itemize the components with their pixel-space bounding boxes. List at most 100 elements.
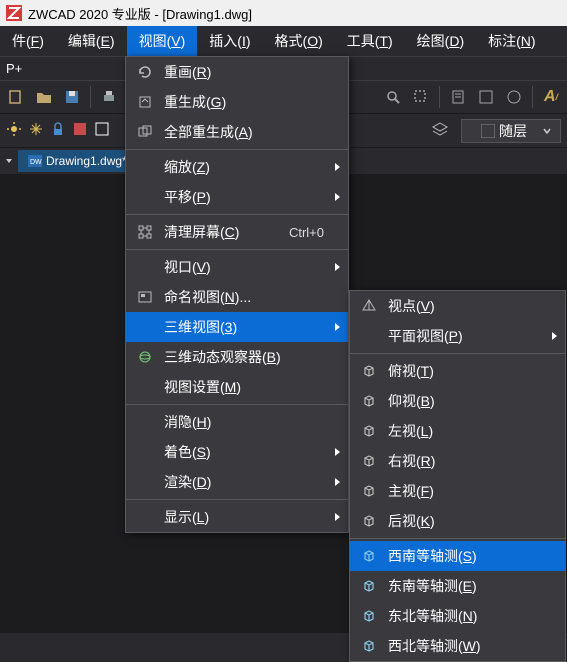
submenu-arrow-icon [552,332,557,340]
3dview-submenu-item-3[interactable]: 俯视(T) [350,356,565,386]
menu-item-label: 视口(V) [164,257,211,277]
regenall-icon [134,124,156,140]
menubar: 件(F) 编辑(E) 视图(V) 插入(I) 格式(O) 工具(T) 绘图(D)… [0,26,567,56]
layers-icon[interactable] [431,121,449,140]
clean-icon [134,224,156,240]
regen-icon [134,94,156,110]
menu-insert[interactable]: 插入(I) [197,26,262,56]
menu-item-label: 后视(K) [388,511,435,531]
menu-item-label: 渲染(D) [164,472,211,492]
menu-item-label: 三维动态观察器(B) [164,347,281,367]
bylayer-value: 随层 [499,121,527,141]
3dview-submenu-item-5[interactable]: 左视(L) [350,416,565,446]
3dview-submenu-item-6[interactable]: 右视(R) [350,446,565,476]
menu-dim[interactable]: 标注(N) [476,26,547,56]
menu-format[interactable]: 格式(O) [263,26,335,56]
menu-separator [350,353,565,354]
view-menu-item-0[interactable]: 重画(R) [126,57,348,87]
menu-file[interactable]: 件(F) [0,26,56,56]
view-menu-item-9[interactable]: 视口(V) [126,252,348,282]
view-menu-item-12[interactable]: 三维动态观察器(B) [126,342,348,372]
iso-icon [358,548,380,564]
menu-item-label: 东北等轴测(N) [388,606,477,626]
submenu-arrow-icon [335,323,340,331]
view-menu-item-5[interactable]: 平移(P) [126,182,348,212]
text-style-icon[interactable]: A/ [541,87,561,107]
menu-separator [350,538,565,539]
menu-item-label: 俯视(T) [388,361,434,381]
view-menu-item-13[interactable]: 视图设置(M) [126,372,348,402]
palette-icon[interactable] [504,87,524,107]
3dview-submenu-item-10[interactable]: 西南等轴测(S) [350,541,565,571]
tabs-expand-icon[interactable] [4,156,14,166]
view-menu-item-7[interactable]: 清理屏幕(C)Ctrl+0 [126,217,348,247]
3dview-submenu-item-1[interactable]: 平面视图(P) [350,321,565,351]
iso-icon [358,578,380,594]
find-icon[interactable] [383,87,403,107]
view-menu-item-19[interactable]: 显示(L) [126,502,348,532]
new-icon[interactable] [6,87,26,107]
menu-item-label: 三维视图(3) [164,317,237,337]
menu-item-label: 显示(L) [164,507,209,527]
sheet-icon[interactable] [448,87,468,107]
3dview-submenu-item-0[interactable]: 视点(V) [350,291,565,321]
print-icon[interactable] [99,87,119,107]
titlebar: ZWCAD 2020 专业版 - [Drawing1.dwg] [0,0,567,26]
doc-tab-drawing1[interactable]: DWG Drawing1.dwg* [18,150,137,172]
menu-item-label: 缩放(Z) [164,157,210,177]
view-menu-item-11[interactable]: 三维视图(3) [126,312,348,342]
vpoint-icon [358,298,380,314]
menu-item-label: 消隐(H) [164,412,211,432]
zoom-window-icon[interactable] [411,87,431,107]
view-menu-item-2[interactable]: 全部重生成(A) [126,117,348,147]
menu-item-label: 视点(V) [388,296,435,316]
menu-item-label: 重画(R) [164,62,211,82]
window-title: ZWCAD 2020 专业版 - [Drawing1.dwg] [28,4,252,23]
submenu-arrow-icon [335,163,340,171]
3dview-submenu-item-8[interactable]: 后视(K) [350,506,565,536]
menu-separator [126,214,348,215]
menu-separator [126,404,348,405]
svg-text:DWG: DWG [30,159,42,166]
bylayer-combo[interactable]: 随层 [461,119,561,143]
view-menu-item-1[interactable]: 重生成(G) [126,87,348,117]
menu-item-label: 着色(S) [164,442,211,462]
lock-icon[interactable] [50,121,66,140]
view-menu-item-4[interactable]: 缩放(Z) [126,152,348,182]
menu-edit[interactable]: 编辑(E) [56,26,127,56]
menu-item-label: 西北等轴测(W) [388,636,481,656]
menu-item-label: 命名视图(N)... [164,287,251,307]
cube-icon [358,453,380,469]
view-menu-item-15[interactable]: 消隐(H) [126,407,348,437]
menu-item-label: 西南等轴测(S) [388,546,477,566]
cube-icon [358,363,380,379]
iso-icon [358,638,380,654]
cube-icon [358,423,380,439]
sun-icon[interactable] [6,121,22,140]
refresh-icon [134,64,156,80]
submenu-arrow-icon [335,513,340,521]
menu-view[interactable]: 视图(V) [127,26,198,56]
tool2-icon[interactable] [476,87,496,107]
3dview-submenu-item-13[interactable]: 西北等轴测(W) [350,631,565,661]
cube-icon [358,393,380,409]
view-menu-item-17[interactable]: 渲染(D) [126,467,348,497]
menu-draw[interactable]: 绘图(D) [405,26,476,56]
menu-item-label: 平面视图(P) [388,326,463,346]
menu-separator [126,149,348,150]
freeze-icon[interactable] [28,121,44,140]
view-menu-item-16[interactable]: 着色(S) [126,437,348,467]
color-icon[interactable] [72,121,88,140]
view-menu-item-10[interactable]: 命名视图(N)... [126,282,348,312]
menu-tools[interactable]: 工具(T) [335,26,405,56]
layer-box-icon[interactable] [94,121,110,140]
menu-item-label: 东南等轴测(E) [388,576,477,596]
menu-item-label: 重生成(G) [164,92,226,112]
save-icon[interactable] [62,87,82,107]
open-icon[interactable] [34,87,54,107]
3dview-submenu-item-7[interactable]: 主视(F) [350,476,565,506]
3dview-submenu-item-11[interactable]: 东南等轴测(E) [350,571,565,601]
namedview-icon [134,289,156,305]
3dview-submenu-item-4[interactable]: 仰视(B) [350,386,565,416]
3dview-submenu-item-12[interactable]: 东北等轴测(N) [350,601,565,631]
